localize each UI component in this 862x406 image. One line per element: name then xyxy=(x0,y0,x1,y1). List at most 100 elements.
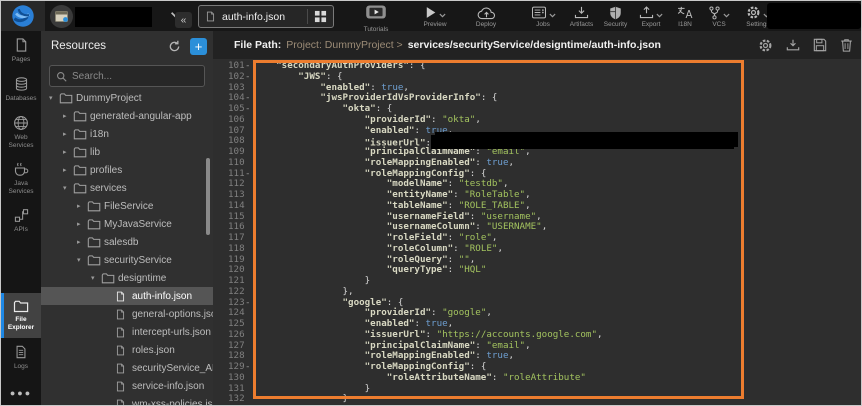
tree-item-roles-json[interactable]: roles.json xyxy=(41,341,213,359)
tree-item-intercept-urls-json[interactable]: intercept-urls.json xyxy=(41,323,213,341)
code-line-110: 110 "roleMappingEnabled": true, xyxy=(213,158,862,169)
tree-item-salesdb[interactable]: ▸salesdb xyxy=(41,233,213,251)
tree-item-securityservice-api-json[interactable]: securityService_API.json xyxy=(41,359,213,377)
project-avatar xyxy=(50,5,73,28)
tree-item-designtime[interactable]: ▾designtime xyxy=(41,269,213,287)
export-button[interactable]: Export xyxy=(632,5,670,28)
fold-toggle-icon[interactable]: - xyxy=(245,298,254,309)
grid-view-icon[interactable] xyxy=(307,9,327,24)
fold-toggle-icon[interactable]: - xyxy=(245,104,254,115)
code-text: "roleAttributeName": "roleAttribute" xyxy=(254,373,586,384)
i18n-button[interactable]: AI18N xyxy=(670,5,700,28)
ide-window: auth-info.json Tutorials PreviewDeploy Jo… xyxy=(0,0,862,406)
download-file-icon[interactable] xyxy=(786,38,800,52)
file-icon xyxy=(115,362,129,375)
tree-item-label: generated-angular-app xyxy=(90,111,192,122)
collapse-arrow-icon[interactable]: ▸ xyxy=(63,130,73,138)
file-tree: ▾DummyProject ▸ generated-angular-app ▸ i18n… xyxy=(41,89,213,406)
tree-item-label: lib xyxy=(90,147,100,158)
apis-label: APIs xyxy=(14,226,28,234)
code-line-102: 102- "JWS": { xyxy=(213,72,862,83)
tree-item-general-options-json[interactable]: general-options.json xyxy=(41,305,213,323)
fold-toggle-icon[interactable]: - xyxy=(245,362,254,373)
refresh-icon[interactable] xyxy=(165,37,183,55)
expand-arrow-icon[interactable]: ▾ xyxy=(77,256,87,264)
sidebar-item-file-explorer[interactable]: FileExplorer xyxy=(1,293,41,338)
fold-spacer xyxy=(245,158,254,169)
tree-item-myjavaservice[interactable]: ▸MyJavaService xyxy=(41,215,213,233)
fold-toggle-icon[interactable]: - xyxy=(245,72,254,83)
sidebar-item-more[interactable]: ●●● xyxy=(1,377,41,406)
folder-icon xyxy=(73,163,87,177)
tree-item-service-info-json[interactable]: service-info.json xyxy=(41,377,213,395)
sidebar-item-java-services[interactable]: JavaServices xyxy=(1,156,41,202)
sidebar-item-pages[interactable]: Pages xyxy=(1,31,41,70)
tree-item-i18n[interactable]: ▸ i18n xyxy=(41,125,213,143)
tree-item-label: roles.json xyxy=(132,345,175,356)
sidebar-item-databases[interactable]: Databases xyxy=(1,70,41,109)
vcs-button[interactable]: VCS xyxy=(700,5,738,28)
fold-spacer xyxy=(245,384,254,395)
delete-file-trash-icon[interactable] xyxy=(840,38,853,52)
collapse-arrow-icon[interactable]: ▸ xyxy=(77,220,87,228)
sidebar-item-logs[interactable]: Logs xyxy=(1,338,41,377)
jobs-button[interactable]: Jobs xyxy=(522,5,564,28)
sidebar-item-web-services[interactable]: WebServices xyxy=(1,109,41,156)
collapse-arrow-icon[interactable]: ▸ xyxy=(63,166,73,174)
collapse-panel-icon[interactable]: « xyxy=(175,12,192,28)
search-input[interactable] xyxy=(72,71,192,82)
expand-arrow-icon[interactable]: ▾ xyxy=(63,184,73,192)
web-services-label: WebServices xyxy=(9,134,34,150)
resources-panel: Resources + ▾DummyProject▸generated-angu… xyxy=(41,31,213,406)
collapse-arrow-icon[interactable]: ▸ xyxy=(63,148,73,156)
tree-item-fileservice[interactable]: ▸FileService xyxy=(41,197,213,215)
code-editor[interactable]: 101- "secondaryAuthProviders": {102- "JW… xyxy=(213,59,862,406)
fold-spacer xyxy=(245,147,254,158)
file-icon xyxy=(115,290,129,303)
line-number: 102 xyxy=(213,72,245,83)
project-switcher[interactable] xyxy=(50,5,73,28)
file-explorer-icon xyxy=(13,299,29,313)
databases-label: Databases xyxy=(5,95,36,103)
folder-icon xyxy=(87,199,101,213)
artifacts-button[interactable]: Artifacts xyxy=(564,5,599,28)
collapse-arrow-icon[interactable]: ▸ xyxy=(77,238,87,246)
folder-icon xyxy=(87,217,101,231)
file-settings-gear-icon[interactable] xyxy=(758,38,773,53)
tree-item-dummyproject[interactable]: ▾DummyProject xyxy=(41,89,213,107)
preview-button[interactable]: Preview xyxy=(410,5,460,28)
tree-item-lib[interactable]: ▸ lib xyxy=(41,143,213,161)
tree-item-securityservice[interactable]: ▾securityService xyxy=(41,251,213,269)
tree-item-label: service-info.json xyxy=(132,381,204,392)
pages-label: Pages xyxy=(12,56,30,64)
fold-spacer xyxy=(245,136,254,147)
fold-spacer xyxy=(245,330,254,341)
tutorials-button[interactable]: Tutorials xyxy=(356,5,396,33)
expand-arrow-icon[interactable]: ▾ xyxy=(91,274,101,282)
file-icon xyxy=(115,398,129,406)
editor-pane: File Path: Project: DummyProject > servi… xyxy=(213,31,862,406)
deploy-icon xyxy=(477,6,496,20)
tree-item-label: i18n xyxy=(90,129,109,140)
save-file-icon[interactable] xyxy=(813,38,827,52)
tree-scrollbar[interactable] xyxy=(206,158,210,235)
tree-item-profiles[interactable]: ▸profiles xyxy=(41,161,213,179)
tree-item-wm-xss-policies-json[interactable]: wm-xss-policies.json xyxy=(41,395,213,406)
tree-item-auth-info-json[interactable]: auth-info.json xyxy=(41,287,213,305)
security-button[interactable]: Security xyxy=(599,5,632,28)
collapse-arrow-icon[interactable]: ▸ xyxy=(63,112,73,120)
add-resource-button[interactable]: + xyxy=(190,38,207,55)
expand-arrow-icon[interactable]: ▾ xyxy=(49,94,59,102)
folder-icon xyxy=(87,235,101,249)
open-file-tab[interactable]: auth-info.json xyxy=(198,5,334,28)
security-label: Security xyxy=(599,21,632,28)
fold-toggle-icon[interactable]: - xyxy=(245,169,254,180)
tree-item-services[interactable]: ▾services xyxy=(41,179,213,197)
sidebar-item-apis[interactable]: APIs xyxy=(1,202,41,240)
collapse-arrow-icon[interactable]: ▸ xyxy=(77,202,87,210)
tree-item-generated-angular-app[interactable]: ▸ generated-angular-app xyxy=(41,107,213,125)
app-logo[interactable] xyxy=(1,1,45,31)
deploy-button[interactable]: Deploy xyxy=(460,5,512,28)
export-label: Export xyxy=(632,21,670,28)
logs-icon xyxy=(14,344,28,360)
